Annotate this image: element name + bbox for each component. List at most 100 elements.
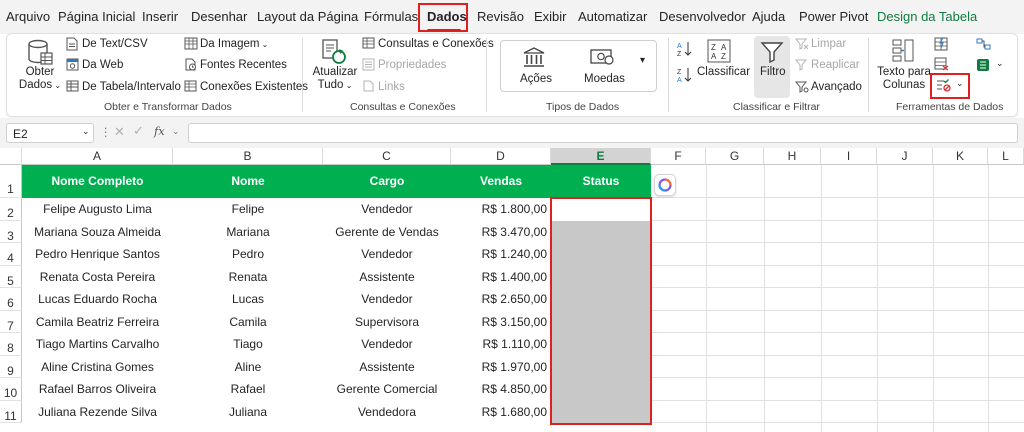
tab-layout-da-pagina[interactable]: Layout da Página [257,9,358,24]
row-header[interactable]: 9 [0,355,22,378]
table-header-nome-completo[interactable]: Nome Completo [22,165,173,198]
cell-vendas[interactable]: R$ 1.970,00 [451,356,551,379]
column-header-j[interactable]: J [877,148,933,165]
cell-cargo[interactable]: Assistente [323,356,451,379]
cell-nome[interactable]: Rafael [173,378,323,401]
cell-nome-completo[interactable]: Juliana Rezende Silva [22,401,173,424]
tab-exibir[interactable]: Exibir [534,9,567,24]
column-header-c[interactable]: C [323,148,451,165]
column-header-d[interactable]: D [451,148,551,165]
cell-cargo[interactable]: Gerente Comercial [323,378,451,401]
cell-cargo[interactable]: Gerente de Vendas [323,221,451,244]
cell-status[interactable] [551,333,651,356]
moedas-button[interactable]: Moedas [584,73,625,85]
tab-arquivo[interactable]: Arquivo [6,9,50,24]
copilot-button[interactable] [654,174,676,196]
table-header-status[interactable]: Status [551,165,651,198]
cell-nome[interactable]: Aline [173,356,323,379]
de-text-csv-button[interactable]: De Text/CSV [82,38,148,50]
data-validation-icon[interactable] [936,78,952,92]
da-web-button[interactable]: Da Web [82,59,123,71]
row-header[interactable]: 8 [0,333,22,356]
cell-vendas[interactable]: R$ 1.400,00 [451,266,551,289]
cell-cargo[interactable]: Vendedor [323,333,451,356]
column-header-h[interactable]: H [764,148,821,165]
tab-automatizar[interactable]: Automatizar [578,9,647,24]
avancado-button[interactable]: Avançado [811,81,862,93]
cell-status[interactable] [551,221,651,244]
column-header-l[interactable]: L [988,148,1024,165]
table-header-cargo[interactable]: Cargo [323,165,451,198]
row-header[interactable]: 10 [0,378,22,401]
propriedades-button[interactable]: Propriedades [378,59,446,71]
tab-dados[interactable]: Dados [427,9,467,24]
cell-vendas[interactable]: R$ 1.240,00 [451,243,551,266]
cell-status[interactable] [551,378,651,401]
column-header-f[interactable]: F [651,148,706,165]
row-header[interactable]: 7 [0,310,22,333]
tab-pagina-inicial[interactable]: Página Inicial [58,9,135,24]
chevron-down-icon[interactable]: ⌄ [956,78,964,89]
cell-nome-completo[interactable]: Renata Costa Pereira [22,266,173,289]
obter-dados-button[interactable]: Obter Dados ⌄ [18,66,62,91]
cell-vendas[interactable]: R$ 2.650,00 [451,288,551,311]
remove-duplicates-icon[interactable] [934,57,949,71]
tab-revisao[interactable]: Revisão [477,9,524,24]
table-header-nome[interactable]: Nome [173,165,323,198]
cell-nome[interactable]: Pedro [173,243,323,266]
cell-nome-completo[interactable]: Felipe Augusto Lima [22,198,173,221]
cell-nome-completo[interactable]: Mariana Souza Almeida [22,221,173,244]
row-header[interactable]: 2 [0,198,22,221]
cell-nome-completo[interactable]: Lucas Eduardo Rocha [22,288,173,311]
cell-vendas[interactable]: R$ 1.800,00 [451,198,551,221]
tab-design-da-tabela[interactable]: Design da Tabela [877,9,977,24]
cell-cargo[interactable]: Vendedora [323,401,451,424]
cell-nome-completo[interactable]: Camila Beatriz Ferreira [22,311,173,334]
cell-status[interactable] [551,288,651,311]
da-imagem-button[interactable]: Da Imagem ⌄ [200,38,268,50]
links-button[interactable]: Links [378,81,405,93]
consultas-conexoes-button[interactable]: Consultas e Conexões [378,38,494,50]
table-header-vendas[interactable]: Vendas [451,165,551,198]
cell-cargo[interactable]: Assistente [323,266,451,289]
acoes-button[interactable]: Ações [520,73,552,85]
chevron-down-icon[interactable]: ⌄ [996,58,1004,69]
cell-nome-completo[interactable]: Tiago Martins Carvalho [22,333,173,356]
tab-desenhar[interactable]: Desenhar [191,9,247,24]
name-box[interactable]: E2 [6,123,94,143]
texto-para-colunas-button[interactable]: Texto para Colunas [876,66,932,91]
select-all-corner[interactable] [0,148,22,165]
more-options-icon[interactable]: ⋮ [100,125,112,139]
column-header-k[interactable]: K [933,148,988,165]
row-header[interactable]: 1 [0,165,22,198]
cell-cargo[interactable]: Supervisora [323,311,451,334]
cell-nome[interactable]: Lucas [173,288,323,311]
cell-nome[interactable]: Felipe [173,198,323,221]
fontes-recentes-button[interactable]: Fontes Recentes [200,59,287,71]
row-header[interactable]: 5 [0,265,22,288]
cell-nome-completo[interactable]: Pedro Henrique Santos [22,243,173,266]
cell-status[interactable] [551,198,651,221]
column-header-e[interactable]: E [551,148,651,165]
cell-vendas[interactable]: R$ 3.470,00 [451,221,551,244]
row-header[interactable]: 6 [0,288,22,311]
limpar-button[interactable]: Limpar [811,38,846,50]
cell-nome[interactable]: Camila [173,311,323,334]
tab-desenvolvedor[interactable]: Desenvolvedor [659,9,746,24]
cell-status[interactable] [551,356,651,379]
tab-formulas[interactable]: Fórmulas [364,9,418,24]
cell-vendas[interactable]: R$ 4.850,00 [451,378,551,401]
cell-status[interactable] [551,266,651,289]
classificar-button[interactable]: Classificar [697,66,750,78]
column-header-g[interactable]: G [706,148,764,165]
insert-function-button[interactable]: fx [154,124,165,138]
tab-ajuda[interactable]: Ajuda [752,9,785,24]
formula-input[interactable] [188,123,1018,143]
row-header[interactable]: 4 [0,243,22,266]
chevron-down-icon[interactable]: ⌄ [82,126,90,137]
row-header[interactable]: 3 [0,220,22,243]
enter-icon[interactable]: ✓ [133,123,144,139]
cell-cargo[interactable]: Vendedor [323,288,451,311]
row-header[interactable]: 11 [0,400,22,423]
cell-vendas[interactable]: R$ 1.680,00 [451,401,551,424]
